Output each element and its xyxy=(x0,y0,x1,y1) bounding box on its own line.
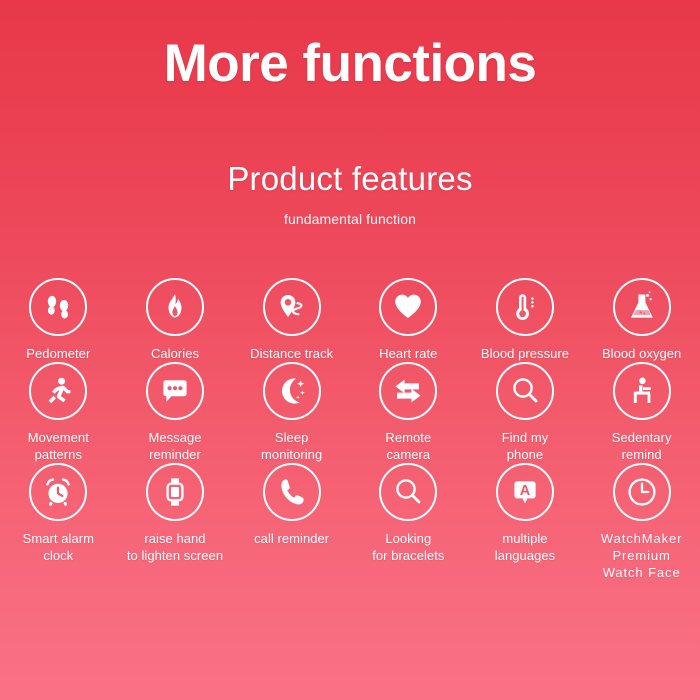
feature-label: Blood oxygen xyxy=(601,346,682,361)
page-title: More functions xyxy=(163,34,537,93)
double-arrow-icon xyxy=(379,362,438,420)
feature-label: Heart rate xyxy=(379,346,438,361)
clock-face-icon xyxy=(612,463,671,521)
product-features-poster: More functions Product features fundamen… xyxy=(0,0,700,700)
heart-icon xyxy=(379,278,438,336)
flame-icon xyxy=(145,278,204,336)
feature-label: call reminder xyxy=(254,531,330,546)
feature-item-message-reminder[interactable]: Message reminder xyxy=(117,362,234,463)
feature-label: Find my phone xyxy=(501,430,549,462)
phone-handset-icon xyxy=(262,463,321,521)
section-subtitle: fundamental function xyxy=(284,211,416,227)
feature-item-watchmaker[interactable]: WatchMaker Premium Watch Face xyxy=(583,463,700,581)
feature-item-raise-hand[interactable]: raise hand to lighten screen xyxy=(117,463,234,581)
feature-label: Smart alarm clock xyxy=(22,531,94,563)
feature-grid: Pedometer Calories Distance track Heart … xyxy=(0,278,700,581)
running-person-icon xyxy=(29,362,88,420)
feature-item-distance-track[interactable]: Distance track xyxy=(233,278,350,362)
feature-label: multiple languages xyxy=(494,531,556,563)
footprints-icon xyxy=(29,278,88,336)
feature-label: Movement patterns xyxy=(27,430,89,462)
feature-item-blood-oxygen[interactable]: Blood oxygen xyxy=(583,278,700,362)
feature-label: Distance track xyxy=(250,346,334,361)
flask-icon xyxy=(612,278,671,336)
chat-bubble-icon xyxy=(145,362,204,420)
seated-person-icon xyxy=(612,362,671,420)
feature-label: WatchMaker Premium Watch Face xyxy=(600,531,683,580)
feature-label: Looking for bracelets xyxy=(372,531,445,563)
feature-item-pedometer[interactable]: Pedometer xyxy=(0,278,117,362)
moon-stars-icon xyxy=(262,362,321,420)
feature-item-movement-patterns[interactable]: Movement patterns xyxy=(0,362,117,463)
feature-item-calories[interactable]: Calories xyxy=(117,278,234,362)
map-pin-route-icon xyxy=(262,278,321,336)
feature-item-call-reminder[interactable]: call reminder xyxy=(233,463,350,581)
language-badge-icon: A xyxy=(495,463,554,521)
feature-label: Pedometer xyxy=(26,346,91,361)
feature-label: Remote camera xyxy=(385,430,432,462)
feature-label: Calories xyxy=(150,346,200,361)
feature-item-sleep-monitoring[interactable]: Sleep monitoring xyxy=(233,362,350,463)
feature-item-smart-alarm-clock[interactable]: Smart alarm clock xyxy=(0,463,117,581)
feature-label: Sleep monitoring xyxy=(261,430,323,462)
magnifier-icon xyxy=(495,362,554,420)
feature-item-looking-for-bracelets[interactable]: Looking for bracelets xyxy=(350,463,467,581)
feature-label: Sedentary remind xyxy=(611,430,672,462)
feature-item-find-my-phone[interactable]: Find my phone xyxy=(467,362,584,463)
feature-item-sedentary-remind[interactable]: Sedentary remind xyxy=(583,362,700,463)
feature-item-blood-pressure[interactable]: Blood pressure xyxy=(467,278,584,362)
alarm-clock-icon xyxy=(29,463,88,521)
thermometer-icon xyxy=(495,278,554,336)
smartwatch-icon xyxy=(145,463,204,521)
feature-item-multiple-languages[interactable]: A multiple languages xyxy=(467,463,584,581)
section-title: Product features xyxy=(227,160,473,197)
feature-item-heart-rate[interactable]: Heart rate xyxy=(350,278,467,362)
feature-label: Message reminder xyxy=(148,430,202,462)
feature-label: raise hand to lighten screen xyxy=(126,531,224,563)
feature-label: Blood pressure xyxy=(480,346,570,361)
feature-item-remote-camera[interactable]: Remote camera xyxy=(350,362,467,463)
magnifier-icon xyxy=(379,463,438,521)
svg-text:A: A xyxy=(520,483,531,499)
